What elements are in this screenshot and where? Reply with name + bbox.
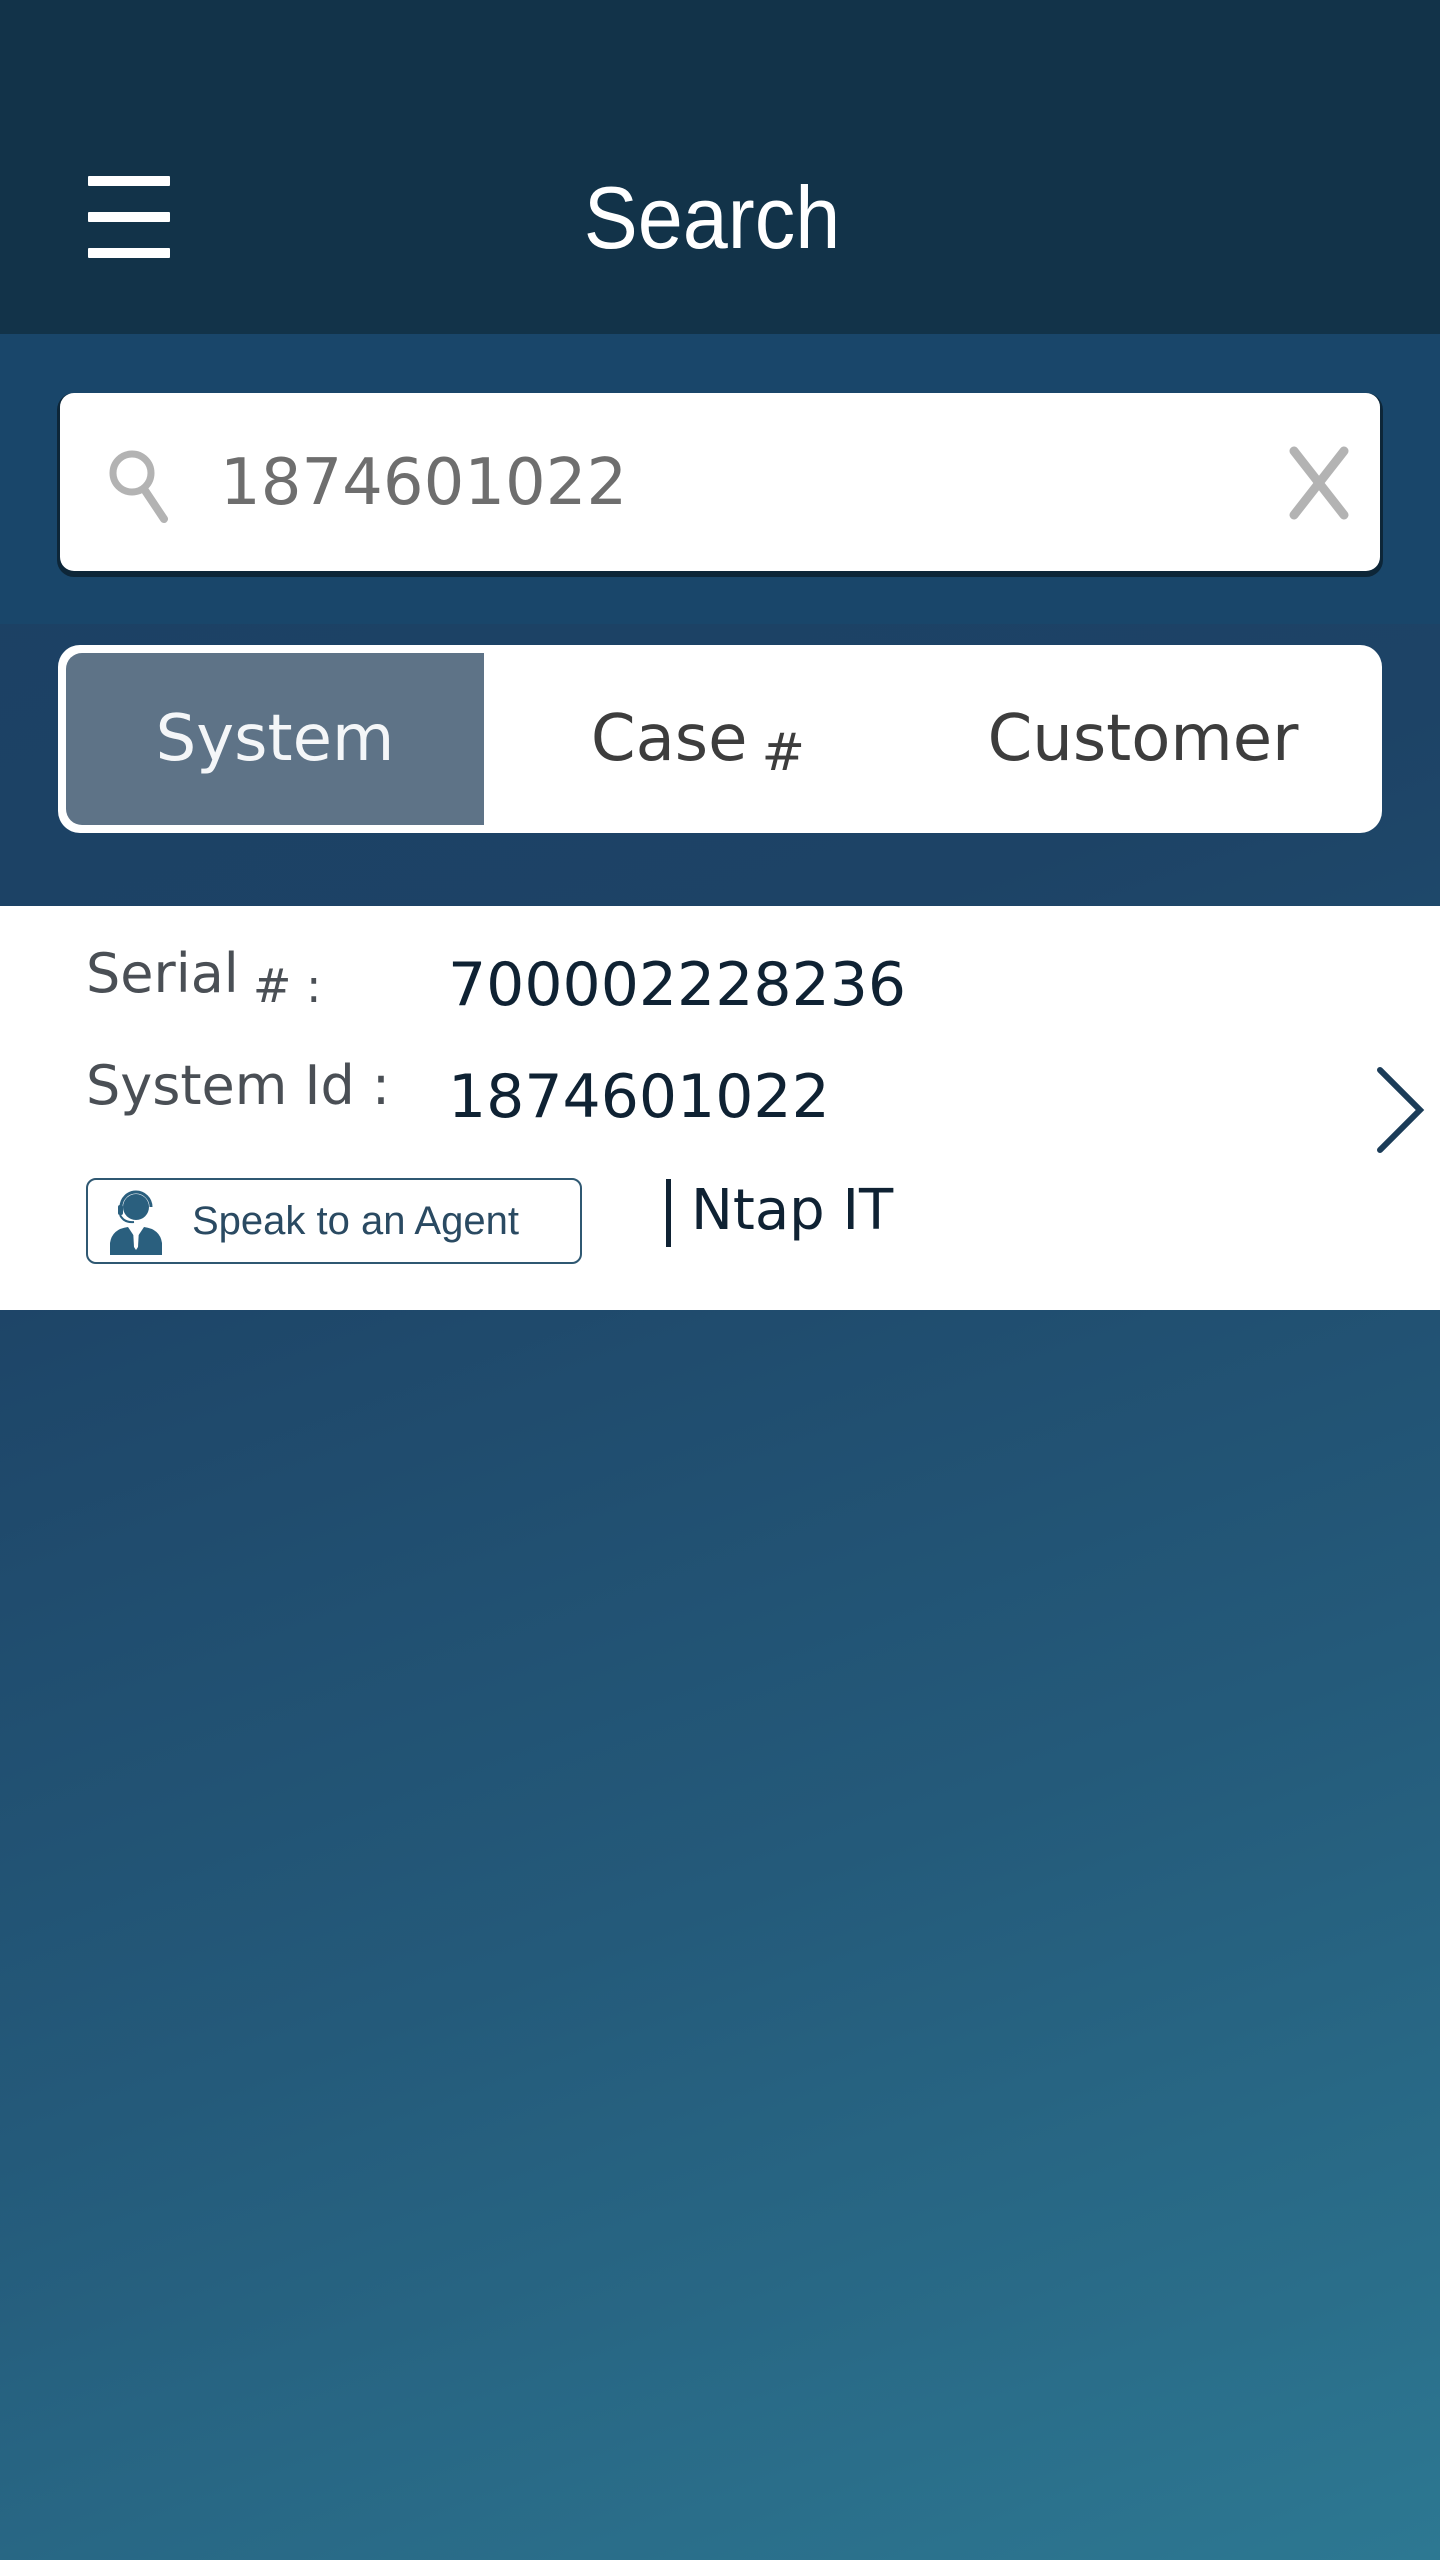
speak-to-agent-label: Speak to an Agent xyxy=(192,1198,519,1243)
tab-system[interactable]: System xyxy=(66,653,484,825)
tab-case-label: Case xyxy=(590,702,748,776)
speak-to-agent-button[interactable]: Speak to an Agent xyxy=(86,1178,582,1264)
tab-customer-label: Customer xyxy=(987,702,1299,776)
tab-system-label: System xyxy=(155,702,395,776)
search-icon xyxy=(109,450,168,523)
serial-value: 700002228236 xyxy=(448,950,907,1020)
search-type-segmented-control: System Case # Customer xyxy=(58,645,1382,833)
tab-case-number[interactable]: Case # xyxy=(484,653,912,825)
search-box xyxy=(60,393,1380,571)
serial-label: Serial # : xyxy=(86,942,322,1013)
tab-case-hash: # xyxy=(761,723,806,783)
clear-search-icon[interactable] xyxy=(1286,443,1352,523)
tab-customer[interactable]: Customer xyxy=(912,653,1374,825)
search-input[interactable] xyxy=(220,433,1220,533)
page-title: Search xyxy=(583,168,841,267)
app-header: Search xyxy=(0,0,1440,334)
chevron-right-icon[interactable] xyxy=(1372,1064,1428,1156)
company-name: Ntap IT xyxy=(666,1178,893,1247)
headset-agent-icon xyxy=(110,1190,162,1255)
system-id-label: System Id : xyxy=(86,1054,391,1117)
system-id-value: 1874601022 xyxy=(448,1062,830,1132)
separator-bar xyxy=(666,1179,671,1247)
